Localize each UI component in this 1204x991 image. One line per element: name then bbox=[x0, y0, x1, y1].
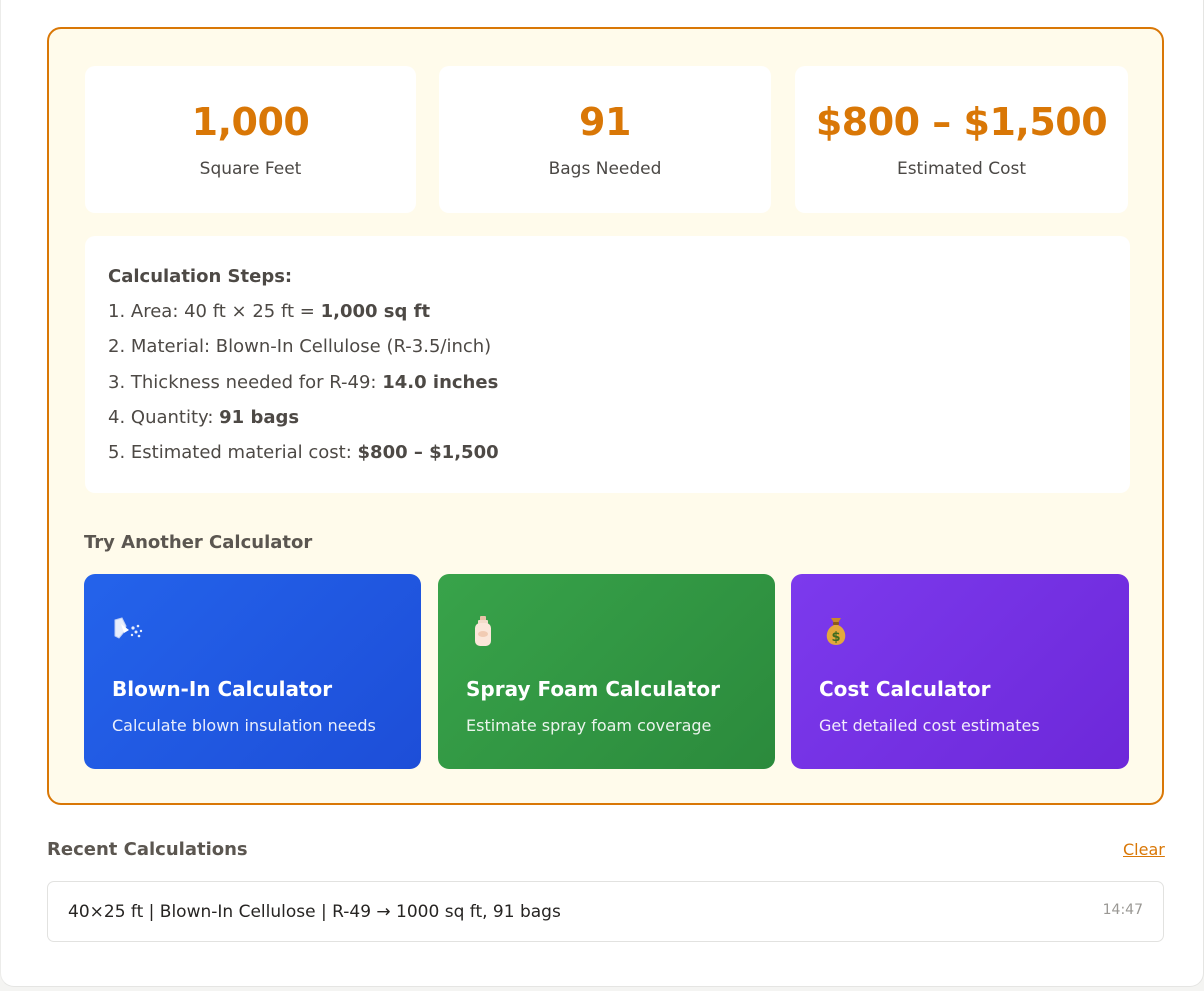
step-4: 4. Quantity: 91 bags bbox=[108, 406, 299, 430]
spray-foam-calculator-card[interactable]: Spray Foam Calculator Estimate spray foa… bbox=[438, 574, 775, 769]
history-item-time: 14:47 bbox=[1102, 902, 1143, 918]
calculation-steps-title: Calculation Steps: bbox=[108, 266, 293, 287]
cost-calculator-description: Get detailed cost estimates bbox=[819, 716, 1040, 735]
recent-calculations-title: Recent Calculations bbox=[47, 839, 248, 860]
step-1: 1. Area: 40 ft × 25 ft = 1,000 sq ft bbox=[108, 300, 430, 324]
stat-label-estimated-cost: Estimated Cost bbox=[896, 159, 1027, 179]
svg-text:$: $ bbox=[831, 630, 840, 645]
cost-calculator-title: Cost Calculator bbox=[819, 677, 991, 701]
spray-foam-calculator-description: Estimate spray foam coverage bbox=[466, 716, 712, 735]
step-4-value: 91 bags bbox=[219, 407, 300, 428]
step-2: 2. Material: Blown-In Cellulose (R-3.5/i… bbox=[108, 335, 491, 359]
step-3-value: 14.0 inches bbox=[382, 372, 499, 393]
step-5-text: 5. Estimated material cost: bbox=[108, 442, 358, 463]
stat-label-square-feet: Square Feet bbox=[199, 159, 302, 179]
step-3: 3. Thickness needed for R-49: 14.0 inche… bbox=[108, 371, 498, 395]
stat-card-square-feet: 1,000 Square Feet bbox=[85, 66, 416, 213]
stat-value-square-feet: 1,000 bbox=[191, 100, 310, 144]
blown-in-calculator-description: Calculate blown insulation needs bbox=[112, 716, 376, 735]
try-another-title: Try Another Calculator bbox=[84, 532, 313, 553]
stat-card-bags-needed: 91 Bags Needed bbox=[439, 66, 771, 213]
stat-value-bags-needed: 91 bbox=[579, 100, 631, 144]
money-bag-icon: $ bbox=[819, 614, 853, 648]
step-2-text: 2. Material: Blown-In Cellulose (R-3.5/i… bbox=[108, 336, 492, 357]
blown-in-calculator-card[interactable]: Blown-In Calculator Calculate blown insu… bbox=[84, 574, 421, 769]
step-3-text: 3. Thickness needed for R-49: bbox=[108, 372, 383, 393]
calculation-steps: Calculation Steps: 1. Area: 40 ft × 25 f… bbox=[85, 236, 1130, 493]
results-panel: 1,000 Square Feet 91 Bags Needed $800 – … bbox=[47, 27, 1164, 805]
step-5: 5. Estimated material cost: $800 – $1,50… bbox=[108, 441, 499, 465]
step-5-value: $800 – $1,500 bbox=[357, 442, 499, 463]
spray-foam-calculator-title: Spray Foam Calculator bbox=[466, 677, 720, 701]
history-item[interactable]: 40×25 ft | Blown-In Cellulose | R-49 → 1… bbox=[47, 881, 1164, 942]
blown-in-calculator-title: Blown-In Calculator bbox=[112, 677, 333, 701]
bottle-icon bbox=[466, 614, 500, 648]
stat-value-estimated-cost: $800 – $1,500 bbox=[815, 100, 1108, 144]
step-4-text: 4. Quantity: bbox=[108, 407, 220, 428]
page: 1,000 Square Feet 91 Bags Needed $800 – … bbox=[0, 0, 1204, 987]
stat-label-bags-needed: Bags Needed bbox=[548, 159, 662, 179]
stat-card-estimated-cost: $800 – $1,500 Estimated Cost bbox=[795, 66, 1128, 213]
blower-icon bbox=[112, 614, 146, 648]
clear-history-link[interactable]: Clear bbox=[1123, 840, 1165, 860]
cost-calculator-card[interactable]: $ Cost Calculator Get detailed cost esti… bbox=[791, 574, 1129, 769]
step-1-text: 1. Area: 40 ft × 25 ft = bbox=[108, 301, 321, 322]
step-1-value: 1,000 sq ft bbox=[320, 301, 431, 322]
history-item-text: 40×25 ft | Blown-In Cellulose | R-49 → 1… bbox=[68, 902, 561, 922]
